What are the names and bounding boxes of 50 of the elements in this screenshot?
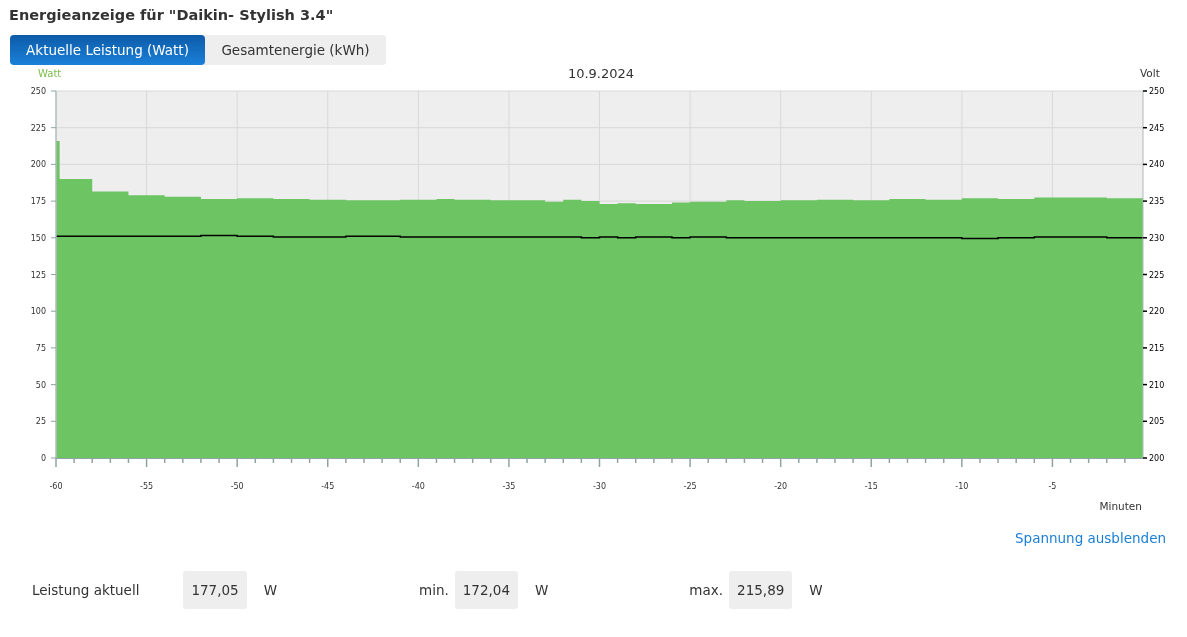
y-tick-label: 240 (1149, 160, 1165, 170)
y-tick-label: 0 (40, 454, 46, 464)
y-tick-label: 235 (1149, 197, 1165, 207)
y-axis-title: Volt (1140, 67, 1160, 80)
y-tick-label: 250 (30, 87, 46, 97)
chart-title: 10.9.2024 (567, 66, 635, 82)
x-tick-label: -10 (955, 482, 969, 492)
y-tick-label: 200 (1149, 454, 1165, 464)
y-tick-label: 225 (30, 124, 46, 134)
x-tick-label: -5 (1048, 482, 1057, 492)
y-tick-label: 220 (1149, 307, 1165, 317)
stat-label: min. (419, 580, 449, 600)
unit-label: W (535, 580, 549, 600)
y-tick-label: 25 (35, 417, 46, 427)
x-tick-label: -40 (411, 482, 425, 492)
y-tick-label: 125 (30, 270, 46, 280)
unit-label: W (809, 580, 823, 600)
y-tick-label: 250 (1149, 87, 1165, 97)
y-tick-label: 230 (1149, 234, 1165, 244)
hide-voltage-link[interactable]: Spannung ausblenden (1015, 528, 1166, 549)
stat-value: 172,04 (454, 570, 518, 609)
x-tick-label: -15 (864, 482, 878, 492)
y-tick-label: 50 (35, 381, 46, 390)
y-axis-title: Watt (38, 68, 62, 80)
tab[interactable]: Aktuelle Leistung (Watt) (10, 35, 205, 66)
y-tick-label: 205 (1149, 417, 1165, 427)
x-tick-label: -45 (321, 482, 335, 492)
y-tick-label: 150 (30, 234, 46, 244)
x-tick-label: -20 (774, 482, 788, 492)
y-tick-label: 245 (1149, 124, 1165, 134)
stat-value: 177,05 (183, 570, 247, 609)
x-tick-label: -50 (230, 482, 244, 492)
x-tick-label: -25 (683, 482, 697, 492)
unit-label: W (263, 580, 277, 600)
x-axis-title: Minuten (1099, 500, 1142, 513)
x-tick-label: -30 (592, 482, 607, 492)
x-tick-label: -35 (502, 482, 516, 492)
x-tick-label: -60 (49, 482, 63, 492)
y-tick-label: 75 (35, 344, 46, 354)
stat-label: Leistung aktuell (32, 580, 140, 600)
page-title: Energieanzeige für "Daikin- Stylish 3.4" (8, 6, 335, 25)
stat-label: max. (689, 580, 724, 600)
stat-value: 215,89 (729, 570, 793, 609)
x-tick-label: -55 (140, 482, 154, 492)
y-tick-label: 200 (30, 160, 46, 170)
y-tick-label: 210 (1149, 381, 1165, 390)
y-tick-label: 225 (1149, 270, 1165, 280)
y-tick-label: 175 (30, 197, 46, 207)
y-tick-label: 215 (1149, 344, 1165, 354)
y-tick-label: 100 (30, 307, 46, 317)
